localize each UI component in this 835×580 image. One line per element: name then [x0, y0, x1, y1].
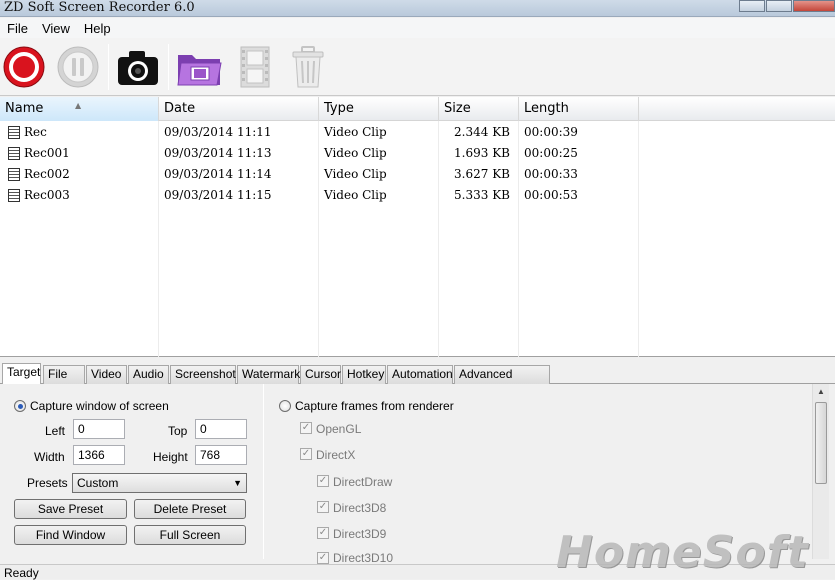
top-label: Top — [168, 424, 188, 438]
pause-button[interactable] — [54, 43, 102, 91]
table-row[interactable]: Rec003 09/03/2014 11:15 Video Clip 5.333… — [0, 185, 640, 206]
video-file-icon — [8, 168, 20, 181]
table-row[interactable]: Rec001 09/03/2014 11:13 Video Clip 1.693… — [0, 143, 640, 164]
table-row[interactable]: Rec 09/03/2014 11:11 Video Clip 2.344 KB… — [0, 122, 640, 143]
record-button[interactable] — [0, 43, 48, 91]
watermark-logo: HomeSoft — [556, 527, 809, 578]
menu-view[interactable]: View — [35, 21, 77, 36]
sort-up-icon: ▲ — [75, 101, 82, 110]
status-text: Ready — [4, 566, 39, 580]
table-row[interactable]: Rec002 09/03/2014 11:14 Video Clip 3.627… — [0, 164, 640, 185]
width-input[interactable]: 1366 — [73, 445, 125, 465]
tab-audio[interactable]: Audio — [128, 365, 169, 384]
film-button[interactable] — [231, 43, 279, 91]
settings-tabs: Target File Video Audio Screenshot Water… — [0, 363, 835, 398]
tab-advanced-options[interactable]: Advanced Options — [454, 365, 550, 398]
screenshot-button[interactable] — [114, 43, 162, 91]
tab-target[interactable]: Target — [2, 363, 41, 385]
capture-frames-radio[interactable] — [279, 400, 291, 412]
tab-watermark[interactable]: Watermark — [237, 365, 300, 384]
tab-cursor[interactable]: Cursor — [300, 365, 341, 384]
left-input[interactable]: 0 — [73, 419, 125, 439]
tab-automation[interactable]: Automation — [387, 365, 453, 384]
minimize-button[interactable] — [739, 0, 765, 12]
title-bar: ZD Soft Screen Recorder 6.0 — [0, 0, 835, 17]
presets-select[interactable]: Custom ▼ — [72, 473, 247, 493]
height-label: Height — [153, 450, 188, 464]
close-button[interactable] — [793, 0, 835, 12]
column-header-type[interactable]: Type — [319, 97, 439, 121]
film-icon — [240, 46, 270, 88]
column-header-length[interactable]: Length — [519, 97, 639, 121]
tab-hotkey[interactable]: Hotkey — [342, 365, 386, 384]
menu-file[interactable]: File — [0, 21, 35, 36]
width-label: Width — [34, 450, 65, 464]
list-header: Name ▲ Date Type Size Length — [0, 97, 835, 121]
menu-bar: File View Help — [0, 18, 835, 38]
column-header-size[interactable]: Size — [439, 97, 519, 121]
toolbar — [0, 38, 835, 96]
directx-checkbox[interactable]: ✓ — [300, 448, 312, 460]
capture-frames-label: Capture frames from renderer — [295, 399, 454, 413]
directdraw-label: DirectDraw — [333, 475, 393, 489]
capture-window-radio[interactable] — [14, 400, 26, 412]
tab-video[interactable]: Video — [86, 365, 127, 384]
find-window-button[interactable]: Find Window — [14, 525, 127, 545]
presets-label: Presets — [27, 476, 68, 490]
tab-screenshot[interactable]: Screenshot — [170, 365, 236, 384]
video-file-icon — [8, 147, 20, 160]
folder-video-icon — [177, 55, 222, 86]
pause-icon — [57, 46, 99, 88]
opengl-checkbox[interactable]: ✓ — [300, 422, 312, 434]
direct3d8-checkbox[interactable]: ✓ — [317, 501, 329, 513]
delete-button[interactable] — [284, 43, 332, 91]
scroll-up-icon[interactable]: ▲ — [817, 387, 825, 396]
column-header-name[interactable]: Name ▲ — [0, 97, 159, 121]
recording-list[interactable]: Name ▲ Date Type Size Length Rec 09/03/2… — [0, 97, 835, 357]
height-input[interactable]: 768 — [195, 445, 247, 465]
opengl-label: OpenGL — [316, 422, 362, 436]
scroll-thumb[interactable] — [815, 402, 827, 484]
direct3d10-checkbox[interactable]: ✓ — [317, 552, 329, 564]
open-folder-button[interactable] — [175, 43, 223, 91]
delete-preset-button[interactable]: Delete Preset — [134, 499, 246, 519]
record-icon — [3, 46, 45, 88]
column-header-date[interactable]: Date — [159, 97, 319, 121]
full-screen-button[interactable]: Full Screen — [134, 525, 246, 545]
maximize-button[interactable] — [766, 0, 792, 12]
directdraw-checkbox[interactable]: ✓ — [317, 475, 329, 487]
left-label: Left — [45, 424, 66, 438]
top-input[interactable]: 0 — [195, 419, 247, 439]
menu-help[interactable]: Help — [77, 21, 118, 36]
video-file-icon — [8, 189, 20, 202]
direct3d8-label: Direct3D8 — [333, 501, 387, 515]
chevron-down-icon: ▼ — [233, 478, 242, 488]
video-file-icon — [8, 126, 20, 139]
direct3d9-label: Direct3D9 — [333, 527, 387, 541]
trash-icon — [292, 46, 324, 88]
direct3d9-checkbox[interactable]: ✓ — [317, 527, 329, 539]
directx-label: DirectX — [316, 448, 356, 462]
window-title: ZD Soft Screen Recorder 6.0 — [4, 0, 195, 15]
save-preset-button[interactable]: Save Preset — [14, 499, 127, 519]
direct3d10-label: Direct3D10 — [333, 551, 394, 563]
capture-window-label: Capture window of screen — [30, 399, 169, 413]
camera-icon — [118, 51, 158, 85]
tab-file[interactable]: File — [43, 365, 85, 384]
